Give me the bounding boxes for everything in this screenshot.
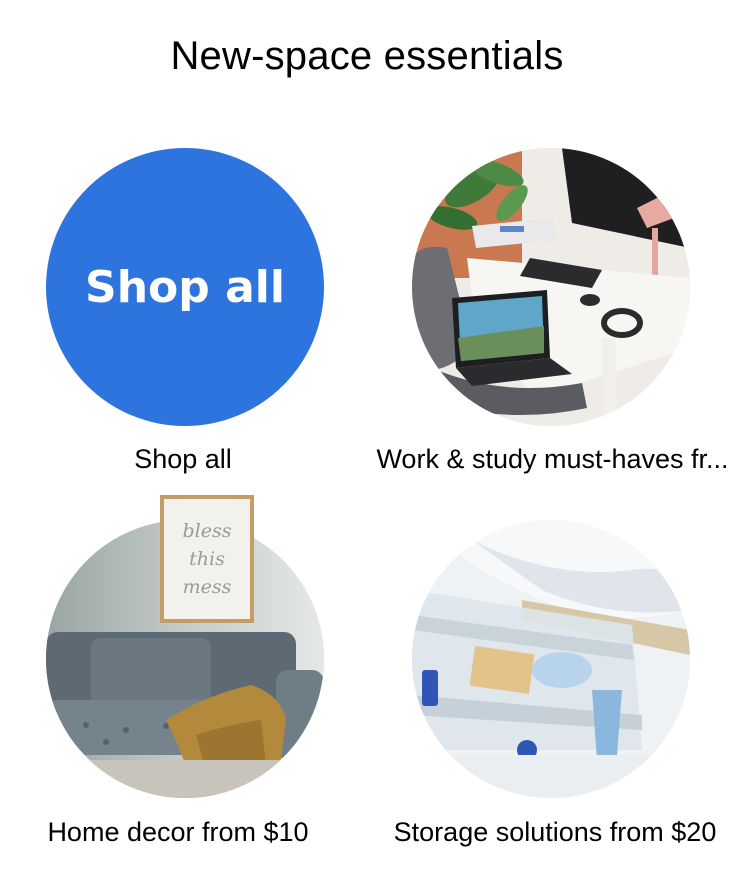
page: New-space essentials Shop all Shop all W…	[0, 0, 734, 878]
category-grid: Shop all Shop all Work & study must-have…	[0, 0, 734, 878]
frame-text-line-3: mess	[182, 576, 232, 598]
desk-workspace-image[interactable]	[412, 148, 690, 426]
tile-work-study[interactable]: Work & study must-haves fr...	[376, 130, 734, 490]
tile-home-decor[interactable]: bless this mess Home decor from $10	[18, 490, 348, 850]
shop-all-circle-text: Shop all	[85, 261, 285, 313]
tile-label-storage[interactable]: Storage solutions from $20	[370, 817, 734, 848]
shop-all-circle[interactable]: Shop all	[46, 148, 324, 426]
tile-storage[interactable]: Storage solutions from $20	[385, 490, 734, 850]
tile-label-work-study[interactable]: Work & study must-haves fr...	[375, 444, 730, 475]
storage-bins-illustration	[412, 520, 690, 798]
tile-label-home-decor[interactable]: Home decor from $10	[8, 817, 348, 848]
underbed-storage-image[interactable]	[412, 520, 690, 798]
framed-print: bless this mess	[160, 495, 254, 623]
desk-workspace-illustration	[412, 148, 690, 426]
frame-text-line-2: this	[189, 548, 225, 570]
frame-text-line-1: bless	[182, 520, 232, 542]
tile-shop-all[interactable]: Shop all Shop all	[18, 130, 348, 490]
tile-label-shop-all[interactable]: Shop all	[18, 444, 348, 475]
